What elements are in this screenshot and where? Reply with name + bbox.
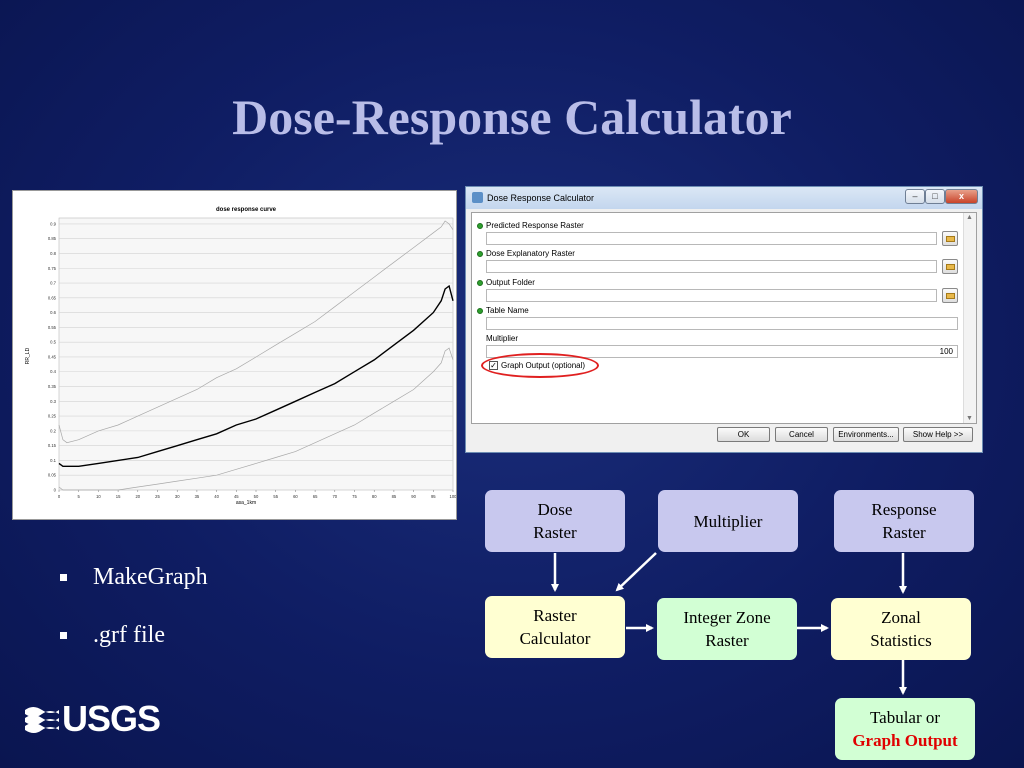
cancel-button[interactable]: Cancel — [775, 427, 828, 442]
chart-y-axis-label: RR_LD — [25, 347, 31, 364]
chart-y-tick-label: 0.5 — [50, 340, 56, 345]
chart-x-tick-label: 60 — [293, 494, 298, 499]
chart-x-tick-label: 90 — [411, 494, 416, 499]
maximize-button[interactable]: □ — [925, 189, 945, 204]
table-name-input[interactable] — [486, 317, 958, 330]
dose-explanatory-raster-label: Dose Explanatory Raster — [486, 249, 575, 258]
chart-y-tick-label: 0.05 — [48, 473, 57, 478]
multiplier-value: 100 — [939, 347, 953, 356]
chart-x-tick-label: 70 — [332, 494, 337, 499]
chart-x-tick-label: 75 — [352, 494, 357, 499]
show-help-button[interactable]: Show Help >> — [903, 427, 973, 442]
bullet-square-icon — [60, 574, 67, 581]
browse-dose-explanatory-button[interactable] — [942, 259, 958, 274]
chart-x-tick-label: 0 — [58, 494, 61, 499]
chart-y-tick-label: 0.1 — [50, 458, 56, 463]
folder-icon — [946, 293, 955, 299]
graph-output-checkbox[interactable]: ✓ — [489, 361, 498, 370]
chart-x-tick-label: 15 — [116, 494, 121, 499]
chart-y-tick-label: 0.15 — [48, 443, 57, 448]
chart-y-tick-label: 0.25 — [48, 414, 57, 419]
flow-raster-calculator: Raster Calculator — [485, 596, 625, 658]
chart-x-tick-label: 80 — [372, 494, 377, 499]
scroll-down-icon[interactable]: ▼ — [966, 415, 973, 422]
chart-y-tick-label: 0.6 — [50, 310, 56, 315]
chart-y-tick-label: 0.85 — [48, 236, 57, 241]
chart-plot-background — [58, 217, 454, 491]
flow-response-raster: Response Raster — [834, 490, 974, 552]
folder-icon — [946, 236, 955, 242]
chart-x-axis-label: asa_1km — [236, 500, 256, 506]
chart-x-tick-label: 10 — [96, 494, 101, 499]
chart-x-tick-label: 20 — [135, 494, 140, 499]
chart-x-tick-label: 30 — [175, 494, 180, 499]
required-dot-icon — [477, 280, 483, 286]
arrow-multiplier-to-calc — [615, 552, 657, 592]
flow-multiplier: Multiplier — [658, 490, 798, 552]
chart-x-tick-label: 40 — [214, 494, 219, 499]
flow-integer-zone-raster: Integer Zone Raster — [657, 598, 797, 660]
chart-y-tick-label: 0.55 — [48, 325, 57, 330]
chart-x-tick-label: 50 — [254, 494, 259, 499]
predicted-response-raster-label: Predicted Response Raster — [486, 221, 584, 230]
usgs-wave-icon — [25, 707, 59, 733]
output-folder-label: Output Folder — [486, 278, 535, 287]
chart-y-tick-label: 0.9 — [50, 221, 56, 226]
chart-x-tick-label: 25 — [155, 494, 160, 499]
chart-svg: dose response curve RR_LD asa_1km 0.9 0.8… — [25, 207, 457, 506]
dialog-scrollbar[interactable]: ▲ ▼ — [963, 213, 976, 423]
multiplier-label: Multiplier — [486, 334, 519, 343]
dose-response-calculator-dialog: Dose Response Calculator – □ x Predicted… — [465, 186, 983, 453]
table-name-label: Table Name — [486, 306, 529, 315]
graph-output-label: Graph Output (optional) — [501, 361, 586, 370]
browse-output-folder-button[interactable] — [942, 288, 958, 303]
slide-title: Dose-Response Calculator — [232, 89, 792, 145]
chart-y-tick-label: 0.35 — [48, 384, 57, 389]
usgs-logo-text: USGS — [62, 698, 161, 739]
bullet-text: MakeGraph — [93, 564, 208, 590]
dose-explanatory-raster-input[interactable] — [486, 260, 937, 273]
folder-icon — [946, 264, 955, 270]
flow-dose-raster: Dose Raster — [485, 490, 625, 552]
environments-button[interactable]: Environments... — [833, 427, 899, 442]
bullet-square-icon — [60, 632, 67, 639]
browse-predicted-response-button[interactable] — [942, 231, 958, 246]
dialog-titlebar[interactable]: Dose Response Calculator – □ x — [466, 187, 982, 209]
chart-y-tick-label: 0.3 — [50, 399, 56, 404]
chart-y-tick-label: 0.4 — [50, 369, 56, 374]
required-dot-icon — [477, 223, 483, 229]
chart-x-tick-label: 5 — [78, 494, 81, 499]
chart-y-tick-label: 0.8 — [50, 251, 56, 256]
chart-y-tick-label: 0.2 — [50, 428, 56, 433]
predicted-response-raster-input[interactable] — [486, 232, 937, 245]
toolbox-icon — [472, 192, 483, 203]
chart-y-tick-label: 0.7 — [50, 281, 56, 286]
ok-button[interactable]: OK — [717, 427, 770, 442]
chart-x-tick-label: 45 — [234, 494, 239, 499]
chart-x-tick-label: 100 — [450, 494, 457, 499]
chart-y-tick-label: 0.45 — [48, 354, 57, 359]
required-dot-icon — [477, 308, 483, 314]
scroll-up-icon[interactable]: ▲ — [966, 214, 973, 221]
chart-y-tick-label: 0.75 — [48, 266, 57, 271]
chart-x-tick-label: 35 — [195, 494, 200, 499]
chart-plot-area: 0.9 0.85 0.8 0.75 0.7 0.65 0.6 0.55 0.5 0.45 0.4 0.… — [48, 217, 457, 499]
chart-y-tick-label: 0 — [54, 488, 57, 493]
dose-response-chart: dose response curve RR_LD asa_1km 0.9 0.8… — [12, 190, 457, 520]
chart-y-tick-label: 0.65 — [48, 295, 57, 300]
chart-x-tick-label: 95 — [431, 494, 436, 499]
flow-zonal-statistics: Zonal Statistics — [831, 598, 971, 660]
flow-output: Tabular or Graph Output — [835, 698, 975, 760]
chart-title: dose response curve — [216, 207, 277, 213]
required-dot-icon — [477, 251, 483, 257]
minimize-button[interactable]: – — [905, 189, 925, 204]
chart-x-tick-label: 65 — [313, 494, 318, 499]
output-folder-input[interactable] — [486, 289, 937, 302]
close-button[interactable]: x — [945, 189, 978, 204]
chart-x-tick-label: 55 — [273, 494, 278, 499]
dialog-parameters-panel: Predicted Response Raster Dose Explanato… — [471, 212, 977, 424]
dialog-title: Dose Response Calculator — [487, 193, 595, 203]
bullet-text: .grf file — [93, 622, 165, 648]
chart-x-tick-label: 85 — [392, 494, 397, 499]
